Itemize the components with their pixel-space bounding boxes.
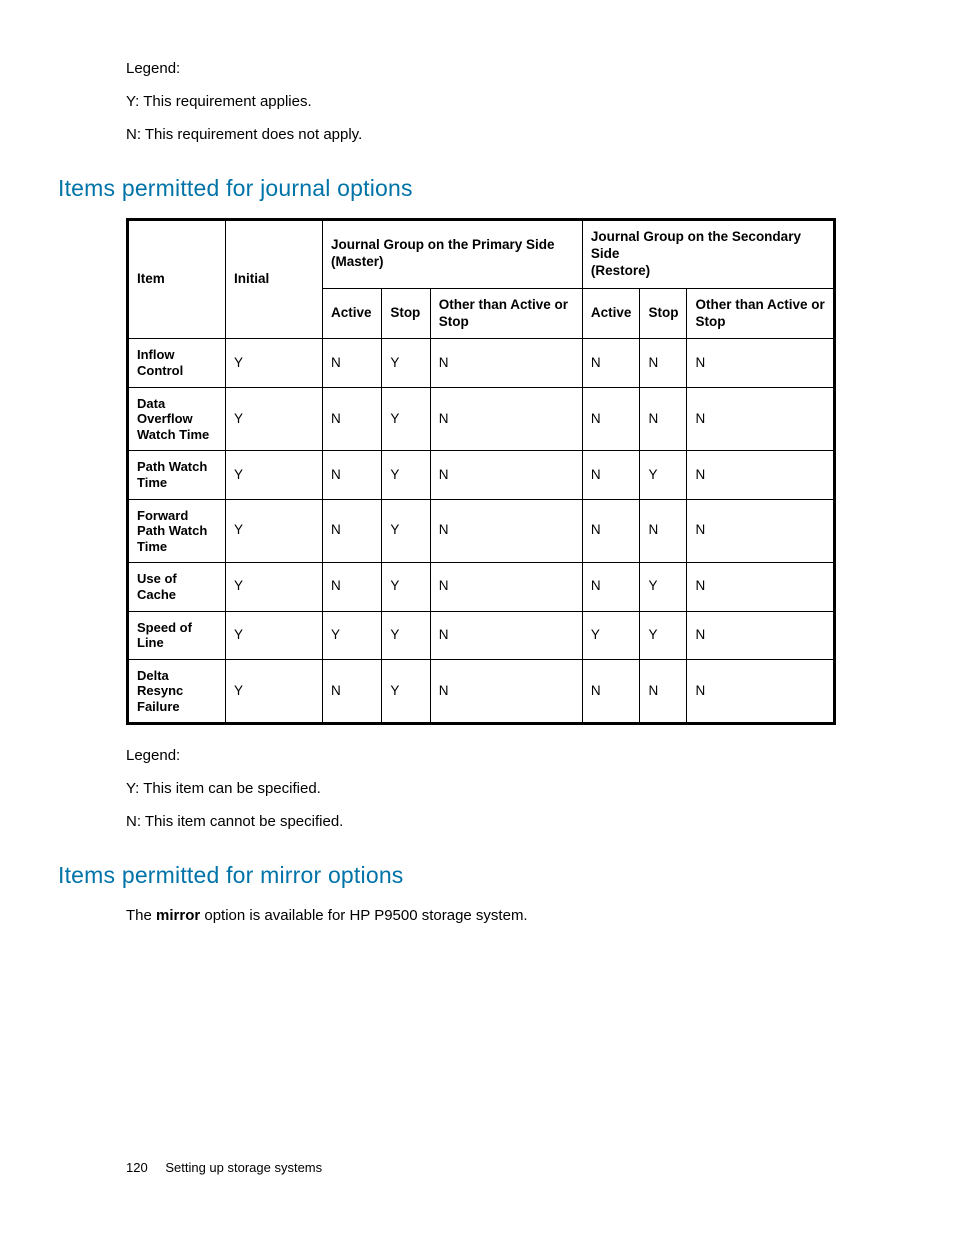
cell: Y <box>382 387 430 451</box>
table-row: Path Watch Time Y N Y N N Y N <box>128 451 835 499</box>
cell: Y <box>640 611 687 659</box>
footer-title: Setting up storage systems <box>165 1160 322 1175</box>
row-label: Speed of Line <box>128 611 226 659</box>
cell: N <box>687 611 835 659</box>
legend-n: N: This item cannot be specified. <box>126 811 896 832</box>
legend-bottom: Legend: Y: This item can be specified. N… <box>126 745 896 832</box>
cell: N <box>323 499 382 563</box>
cell: Y <box>382 451 430 499</box>
cell: Y <box>382 339 430 387</box>
page-footer: 120 Setting up storage systems <box>126 1160 322 1175</box>
legend-title: Legend: <box>126 745 896 766</box>
text-pre: The <box>126 907 156 924</box>
row-label: Delta Resync Failure <box>128 659 226 724</box>
cell: N <box>687 563 835 611</box>
page-number: 120 <box>126 1160 148 1175</box>
cell: N <box>323 339 382 387</box>
table-body: Inflow Control Y N Y N N N N Data Overfl… <box>128 339 835 724</box>
cell: Y <box>640 451 687 499</box>
th-p-other: Other than Active or Stop <box>430 288 582 339</box>
cell: N <box>582 499 640 563</box>
table-row: Forward Path Watch Time Y N Y N N N N <box>128 499 835 563</box>
text-bold: mirror <box>156 907 200 924</box>
cell: Y <box>382 563 430 611</box>
cell: N <box>430 387 582 451</box>
cell: Y <box>226 611 323 659</box>
cell: Y <box>582 611 640 659</box>
page: Legend: Y: This requirement applies. N: … <box>0 0 954 1235</box>
cell: N <box>430 451 582 499</box>
cell: N <box>640 387 687 451</box>
legend-y: Y: This item can be specified. <box>126 778 896 799</box>
row-label: Path Watch Time <box>128 451 226 499</box>
cell: N <box>640 339 687 387</box>
cell: Y <box>640 563 687 611</box>
text-post: option is available for HP P9500 storage… <box>200 907 527 924</box>
cell: N <box>582 387 640 451</box>
cell: N <box>430 563 582 611</box>
mirror-body-text: The mirror option is available for HP P9… <box>126 905 896 926</box>
cell: N <box>430 499 582 563</box>
cell: N <box>323 563 382 611</box>
cell: N <box>430 611 582 659</box>
th-s-other: Other than Active or Stop <box>687 288 835 339</box>
th-item: Item <box>128 220 226 339</box>
cell: Y <box>226 499 323 563</box>
cell: N <box>687 387 835 451</box>
cell: N <box>323 387 382 451</box>
cell: N <box>582 339 640 387</box>
cell: Y <box>226 339 323 387</box>
cell: N <box>640 659 687 724</box>
cell: N <box>430 659 582 724</box>
cell: N <box>687 659 835 724</box>
table-row: Use of Cache Y N Y N N Y N <box>128 563 835 611</box>
th-s-active: Active <box>582 288 640 339</box>
row-label: Inflow Control <box>128 339 226 387</box>
row-label: Data Overflow Watch Time <box>128 387 226 451</box>
th-primary-group: Journal Group on the Primary Side (Maste… <box>323 220 583 289</box>
journal-options-table: Item Initial Journal Group on the Primar… <box>126 218 836 725</box>
heading-mirror-options: Items permitted for mirror options <box>58 862 896 889</box>
cell: Y <box>226 563 323 611</box>
row-label: Use of Cache <box>128 563 226 611</box>
cell: Y <box>323 611 382 659</box>
th-p-stop: Stop <box>382 288 430 339</box>
legend-title: Legend: <box>126 58 896 79</box>
legend-top: Legend: Y: This requirement applies. N: … <box>126 58 896 145</box>
table-header-row-1: Item Initial Journal Group on the Primar… <box>128 220 835 289</box>
heading-journal-options: Items permitted for journal options <box>58 175 896 202</box>
cell: N <box>323 659 382 724</box>
th-p-active: Active <box>323 288 382 339</box>
cell: Y <box>226 659 323 724</box>
cell: N <box>582 451 640 499</box>
th-initial: Initial <box>226 220 323 339</box>
cell: Y <box>226 387 323 451</box>
cell: Y <box>226 451 323 499</box>
cell: N <box>687 451 835 499</box>
table-row: Speed of Line Y Y Y N Y Y N <box>128 611 835 659</box>
legend-y: Y: This requirement applies. <box>126 91 896 112</box>
cell: N <box>323 451 382 499</box>
cell: N <box>687 339 835 387</box>
cell: Y <box>382 499 430 563</box>
cell: N <box>640 499 687 563</box>
cell: N <box>687 499 835 563</box>
cell: Y <box>382 659 430 724</box>
cell: Y <box>382 611 430 659</box>
table-row: Delta Resync Failure Y N Y N N N N <box>128 659 835 724</box>
legend-n: N: This requirement does not apply. <box>126 124 896 145</box>
table-row: Inflow Control Y N Y N N N N <box>128 339 835 387</box>
th-secondary-group: Journal Group on the Secondary Side (Res… <box>582 220 834 289</box>
cell: N <box>582 659 640 724</box>
cell: N <box>582 563 640 611</box>
cell: N <box>430 339 582 387</box>
th-s-stop: Stop <box>640 288 687 339</box>
row-label: Forward Path Watch Time <box>128 499 226 563</box>
table-row: Data Overflow Watch Time Y N Y N N N N <box>128 387 835 451</box>
